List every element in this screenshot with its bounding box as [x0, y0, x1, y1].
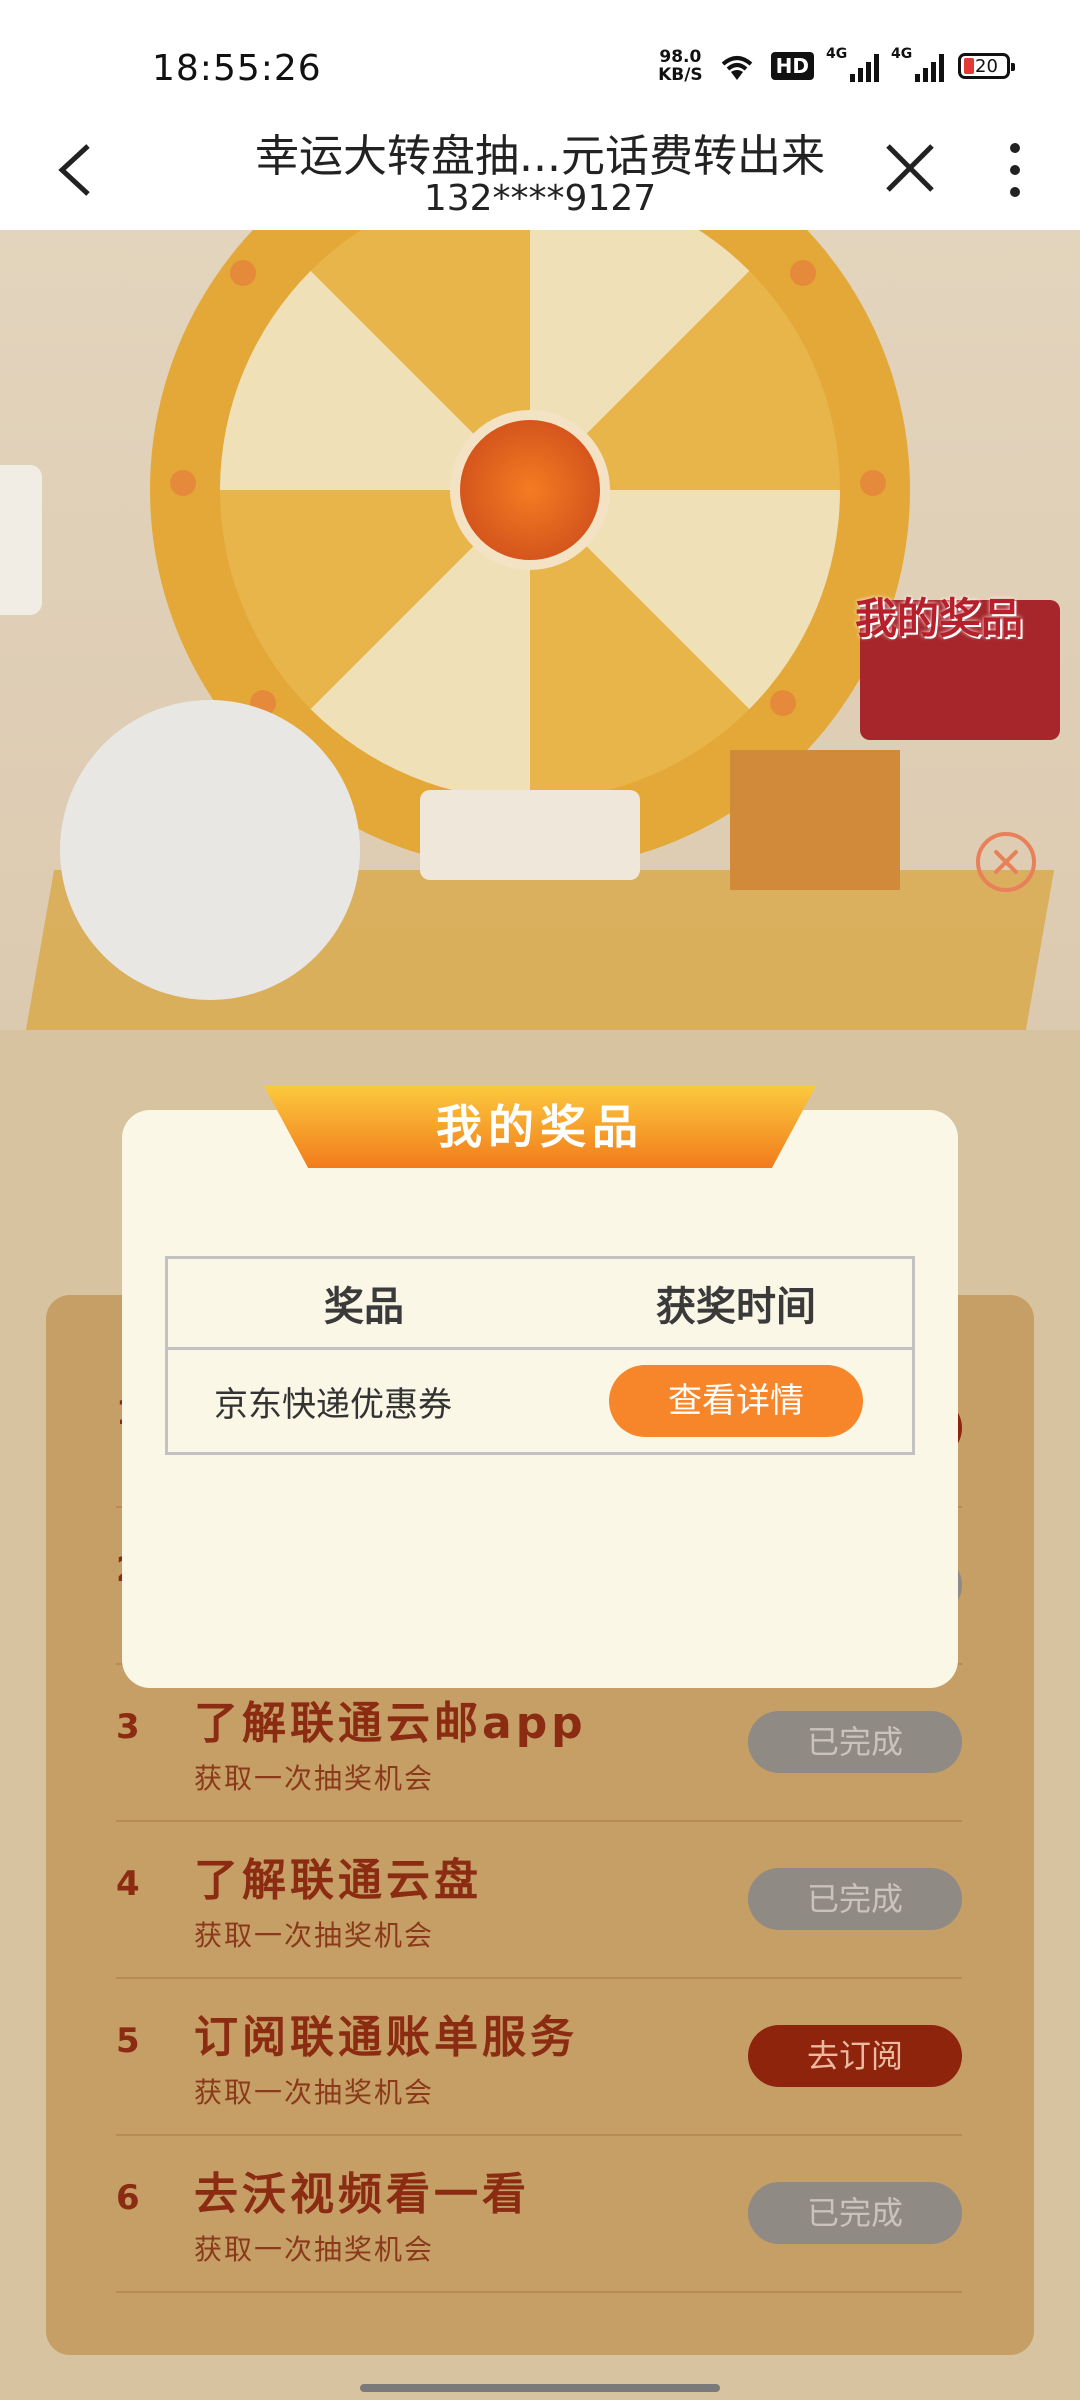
status-bar: 18:55:26 98.0 KB/S HD 4G 4G 20 — [0, 0, 1080, 120]
signal-icon: 4G — [826, 46, 879, 82]
network-speed: 98.0 KB/S — [658, 48, 703, 84]
column-header-time: 获奖时间 — [559, 1257, 914, 1350]
wifi-icon — [721, 56, 752, 80]
view-details-button[interactable]: 查看详情 — [608, 1365, 863, 1437]
signal-icon-2: 4G — [891, 46, 944, 82]
nav-bar: 幸运大转盘抽...元话费转出来 132****9127 — [0, 120, 1080, 230]
prize-name: 京东快递优惠券 — [214, 1384, 452, 1425]
status-time: 18:55:26 — [152, 48, 322, 89]
my-prizes-modal: 我的奖品 奖品 获奖时间 京东快递优惠券 查看详情 — [122, 1086, 958, 1688]
lottery-page: 我的奖品 1获取一次抽奖机会去发送2每日查看未读邮件获取一次抽奖机会已完成3了解… — [0, 230, 1080, 2400]
home-indicator[interactable] — [360, 2384, 720, 2392]
table-row: 京东快递优惠券 查看详情 — [167, 1349, 914, 1454]
status-icons: 98.0 KB/S HD 4G 4G 20 — [658, 46, 1015, 84]
close-icon[interactable] — [880, 138, 940, 198]
network-speed-value: 98.0 — [659, 47, 702, 67]
page-subtitle: 132****9127 — [423, 178, 657, 219]
hd-icon: HD — [770, 52, 814, 80]
back-icon[interactable] — [50, 140, 110, 200]
battery-level: 20 — [975, 56, 998, 77]
network-speed-unit: KB/S — [658, 65, 703, 85]
column-header-prize: 奖品 — [166, 1257, 560, 1350]
modal-close-button[interactable] — [976, 832, 1036, 892]
modal-title: 我的奖品 — [436, 1100, 644, 1154]
more-icon[interactable] — [990, 138, 1040, 202]
prizes-table: 奖品 获奖时间 京东快递优惠券 查看详情 — [165, 1256, 915, 1455]
signal-label-2: 4G — [891, 46, 913, 62]
page-title: 幸运大转盘抽...元话费转出来 — [255, 131, 825, 182]
signal-label: 4G — [826, 46, 848, 62]
battery-icon: 20 — [958, 53, 1015, 79]
